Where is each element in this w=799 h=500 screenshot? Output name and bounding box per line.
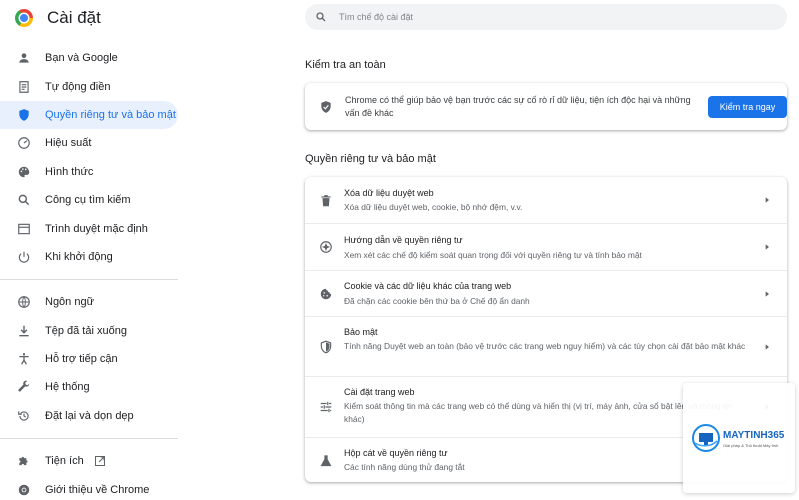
sidebar-divider [0,438,178,440]
row-subtitle: Xóa dữ liệu duyệt web, cookie, bộ nhớ đệ… [344,202,523,212]
puzzle-icon [17,454,31,468]
maytinh365-logo-icon [692,424,720,452]
chevron-right-icon [765,344,769,350]
safety-check-description: Chrome có thể giúp bảo vệ bạn trước các … [345,94,691,118]
row-title: Hướng dẫn về quyền riêng tư [344,235,463,245]
sidebar-item-downloads[interactable]: Tệp đã tải xuống [0,317,178,345]
sidebar-item-you-and-google[interactable]: Bạn và Google [0,44,178,72]
row-subtitle: Xem xét các chế độ kiểm soát quan trọng … [344,250,642,260]
sidebar-nav: Bạn và Google Tự động điền Quyền riêng t… [0,44,178,500]
sidebar-item-label: Công cụ tìm kiếm [45,194,131,207]
sidebar-item-label: Hệ thống [45,381,90,394]
sidebar-item-default-browser[interactable]: Trình duyệt mặc định [0,214,178,242]
sidebar-item-label: Đặt lại và dọn dẹp [45,409,134,422]
sidebar-item-reset[interactable]: Đặt lại và dọn dẹp [0,402,178,430]
row-title: Cài đặt trang web [344,387,415,397]
document-icon [17,80,31,94]
search-input[interactable] [339,12,739,22]
flask-icon [320,455,332,467]
sidebar-item-label: Khi khởi động [45,250,113,263]
globe-icon [17,295,31,309]
row-title: Hộp cát về quyền riêng tư [344,448,448,458]
search-icon [17,193,31,207]
row-title: Xóa dữ liệu duyệt web [344,188,434,198]
sidebar-item-label: Hình thức [45,165,94,178]
restore-icon [17,409,31,423]
sidebar-item-label: Tiện ích [45,455,84,468]
sidebar-item-performance[interactable]: Hiệu suất [0,129,178,157]
sidebar-item-label: Giới thiệu về Chrome [45,483,150,496]
speedometer-icon [17,136,31,150]
download-icon [17,324,31,338]
check-now-button[interactable]: Kiểm tra ngay [708,95,787,118]
row-cookies[interactable]: Cookie và các dữ liệu khác của trang web… [305,270,787,316]
sidebar-item-languages[interactable]: Ngôn ngữ [0,288,178,316]
row-title: Bảo mật [344,327,378,337]
sidebar-item-on-startup[interactable]: Khi khởi động [0,243,178,271]
sidebar-item-system[interactable]: Hệ thống [0,373,178,401]
safety-check-heading: Kiểm tra an toàn [305,59,386,71]
sidebar-item-privacy[interactable]: Quyền riêng tư và bảo mật [0,100,178,130]
sidebar-item-autofill[interactable]: Tự động điền [0,72,178,100]
chrome-logo-icon [15,9,33,27]
row-privacy-guide[interactable]: Hướng dẫn về quyền riêng tư Xem xét các … [305,223,787,270]
row-subtitle: Tính năng Duyệt web an toàn (bảo vệ trướ… [344,341,746,351]
palette-icon [17,165,31,179]
sidebar-item-extensions[interactable]: Tiện ích [0,447,178,475]
watermark-tagline: Giải pháp & Thủ thuật Máy tính [723,443,779,448]
open-in-new-icon [94,456,105,467]
watermark-overlay: MAYTINH365 Giải pháp & Thủ thuật Máy tín… [683,383,795,493]
search-bar[interactable] [305,4,787,30]
power-icon [17,250,31,264]
sidebar-item-label: Bạn và Google [45,52,118,65]
sidebar-item-search-engine[interactable]: Công cụ tìm kiếm [0,186,178,214]
row-security[interactable]: Bảo mật Tính năng Duyệt web an toàn (bảo… [305,316,787,376]
row-subtitle: Đã chặn các cookie bên thứ ba ở Chế độ ẩ… [344,296,530,306]
sidebar-item-label: Tự động điền [45,80,111,93]
sidebar-item-label: Hiệu suất [45,137,92,150]
trash-icon [321,195,331,207]
person-icon [17,51,31,65]
page-title: Cài đặt [47,8,101,27]
chrome-icon [17,483,31,497]
sidebar-item-label: Trình duyệt mặc định [45,222,148,235]
chevron-right-icon [765,197,769,203]
compass-icon [320,241,332,253]
search-icon [316,12,326,22]
sidebar-item-accessibility[interactable]: Hỗ trợ tiếp cận [0,345,178,373]
settings-header: Cài đặt [15,8,101,28]
privacy-heading: Quyền riêng tư và bảo mật [305,153,436,165]
shield-icon [320,340,332,354]
sidebar-divider [0,279,178,281]
accessibility-icon [17,352,31,366]
watermark-brand: MAYTINH365 [723,430,785,441]
cookie-icon [320,288,332,300]
sidebar-item-label: Ngôn ngữ [45,296,94,309]
row-clear-browsing-data[interactable]: Xóa dữ liệu duyệt web Xóa dữ liệu duyệt … [305,177,787,223]
row-title: Cookie và các dữ liệu khác của trang web [344,281,512,291]
sliders-icon [320,401,332,413]
sidebar-item-label: Quyền riêng tư và bảo mật [45,108,176,121]
sidebar-item-label: Hỗ trợ tiếp cận [45,353,118,366]
sidebar-item-appearance[interactable]: Hình thức [0,158,178,186]
chevron-right-icon [765,244,769,250]
browser-icon [17,222,31,236]
wrench-icon [17,380,31,394]
sidebar: Cài đặt Bạn và Google Tự động điền Quyền… [0,0,190,500]
shield-icon [17,108,31,122]
sidebar-item-label: Tệp đã tải xuống [45,324,127,337]
shield-check-icon [321,100,331,113]
chevron-right-icon [765,291,769,297]
safety-check-card: Chrome có thể giúp bảo vệ bạn trước các … [305,83,787,130]
sidebar-item-about-chrome[interactable]: Giới thiệu về Chrome [0,475,178,500]
